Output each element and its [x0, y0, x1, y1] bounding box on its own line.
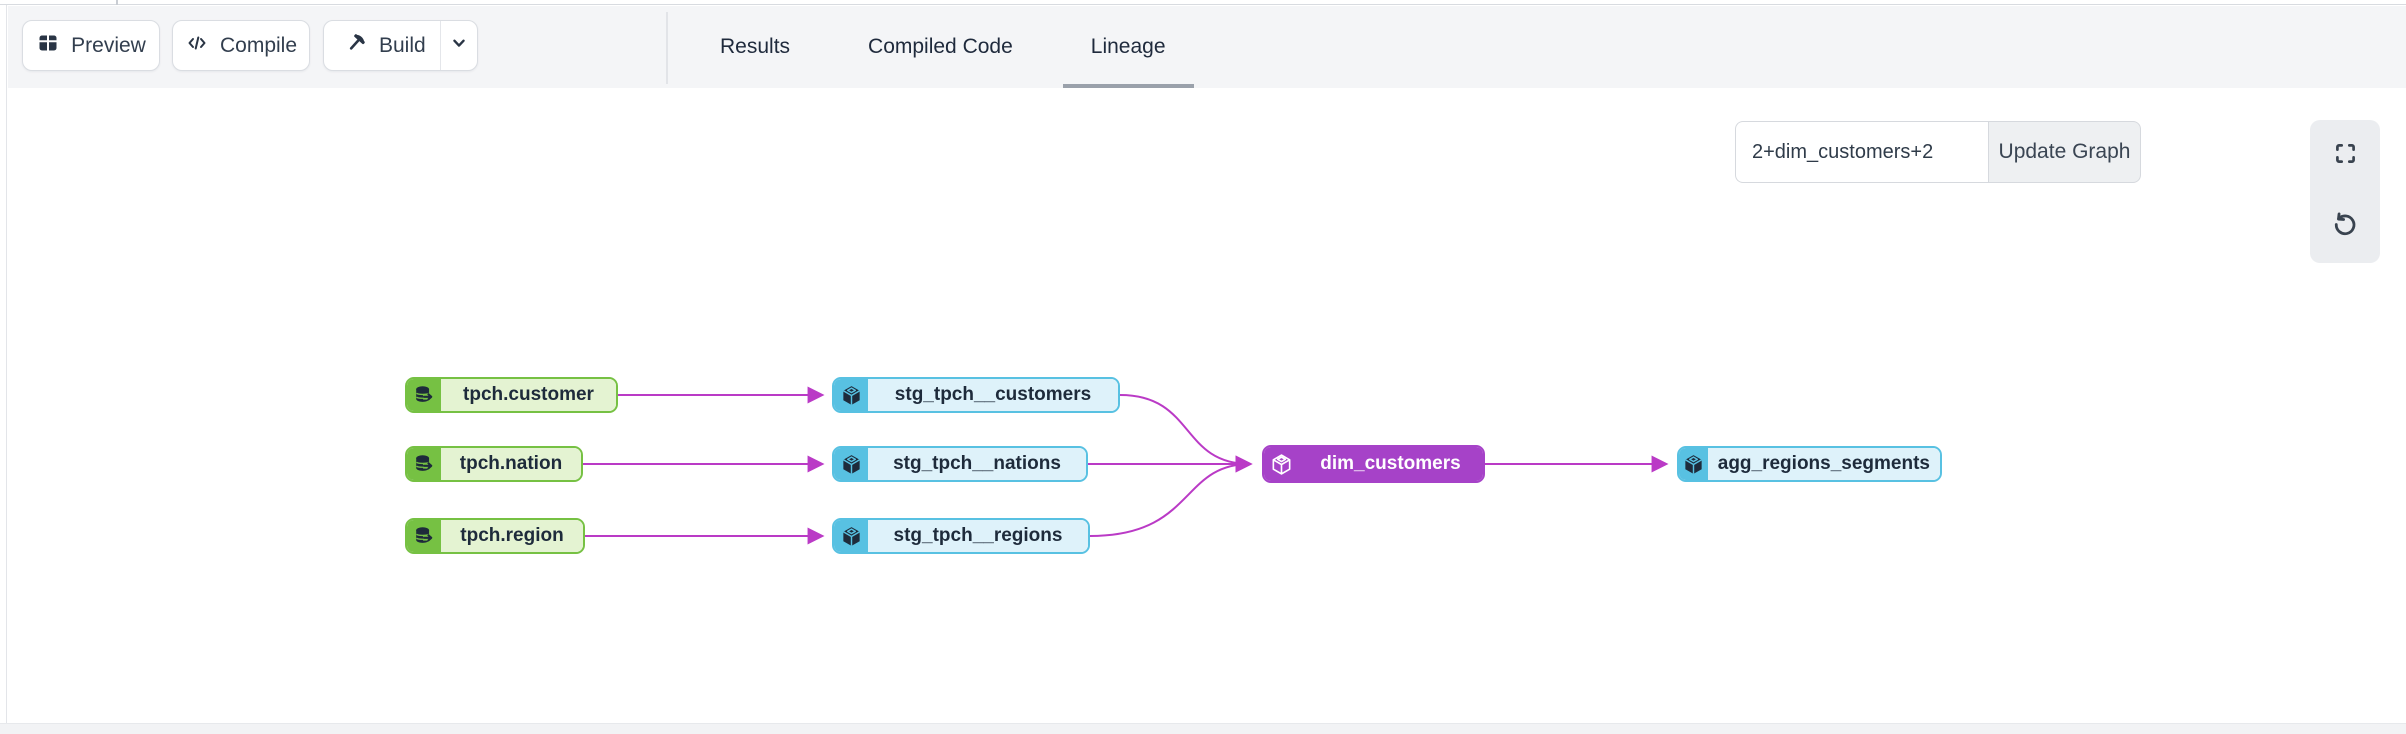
lineage-node-stg-tpch-customers[interactable]: stg_tpch__customers — [832, 377, 1120, 413]
compile-button[interactable]: Compile — [172, 20, 310, 71]
preview-button-label: Preview — [71, 34, 146, 58]
code-icon — [185, 31, 209, 61]
model-cube-icon — [1679, 448, 1708, 480]
node-label: agg_regions_segments — [1708, 448, 1940, 480]
database-export-icon — [407, 520, 441, 552]
node-label: dim_customers — [1298, 447, 1483, 481]
pane-left-border — [0, 5, 7, 723]
hammer-icon — [344, 31, 368, 61]
database-export-icon — [407, 448, 441, 480]
lineage-node-tpch-region[interactable]: tpch.region — [405, 518, 585, 554]
node-label: stg_tpch__nations — [868, 448, 1086, 480]
tab-compiled-code[interactable]: Compiled Code — [840, 6, 1041, 88]
pane-top-border — [0, 0, 2406, 5]
reset-rotate-ccw-icon — [2331, 211, 2359, 244]
model-cube-icon — [1264, 447, 1298, 481]
lineage-canvas[interactable] — [8, 88, 2406, 723]
update-graph-label: Update Graph — [1999, 140, 2131, 164]
build-button[interactable]: Build — [324, 21, 440, 70]
lineage-node-dim-customers[interactable]: dim_customers — [1262, 445, 1485, 483]
node-label: stg_tpch__regions — [868, 520, 1088, 552]
lineage-node-tpch-nation[interactable]: tpch.nation — [405, 446, 583, 482]
build-button-label: Build — [379, 34, 426, 58]
graph-view-controls — [2310, 120, 2380, 263]
lineage-node-stg-tpch-nations[interactable]: stg_tpch__nations — [832, 446, 1088, 482]
model-cube-icon — [834, 520, 868, 552]
update-graph-button[interactable]: Update Graph — [1988, 121, 2141, 183]
model-selector: Update Graph — [1735, 121, 2141, 183]
node-label: stg_tpch__customers — [868, 379, 1118, 411]
tab-results[interactable]: Results — [692, 6, 818, 88]
fullscreen-button[interactable] — [2310, 120, 2380, 192]
toolbar-divider — [666, 12, 668, 84]
fullscreen-icon — [2332, 140, 2359, 172]
build-split-button: Build — [323, 20, 478, 71]
node-label: tpch.nation — [441, 448, 581, 480]
tab-results-label: Results — [720, 35, 790, 59]
lineage-node-stg-tpch-regions[interactable]: stg_tpch__regions — [832, 518, 1090, 554]
reset-view-button[interactable] — [2310, 192, 2380, 264]
model-cube-icon — [834, 448, 868, 480]
database-export-icon — [407, 379, 441, 411]
node-label: tpch.customer — [441, 379, 616, 411]
editor-tab-edge — [116, 0, 118, 5]
tab-compiled-code-label: Compiled Code — [868, 35, 1013, 59]
lineage-node-tpch-customer[interactable]: tpch.customer — [405, 377, 618, 413]
tab-lineage[interactable]: Lineage — [1063, 6, 1194, 88]
selector-input[interactable] — [1735, 121, 1988, 183]
model-cube-icon — [834, 379, 868, 411]
pane-bottom-border — [0, 723, 2406, 734]
chevron-down-icon — [448, 32, 470, 60]
build-options-button[interactable] — [440, 21, 477, 70]
bottom-pane-toolbar: Preview Compile Build Results Compiled C… — [8, 6, 2406, 88]
tab-lineage-label: Lineage — [1091, 35, 1166, 59]
table-icon — [36, 31, 60, 61]
preview-button[interactable]: Preview — [22, 20, 160, 71]
lineage-node-agg-regions-segments[interactable]: agg_regions_segments — [1677, 446, 1942, 482]
result-pane-tabs: Results Compiled Code Lineage — [692, 6, 1194, 88]
compile-button-label: Compile — [220, 34, 297, 58]
node-label: tpch.region — [441, 520, 583, 552]
